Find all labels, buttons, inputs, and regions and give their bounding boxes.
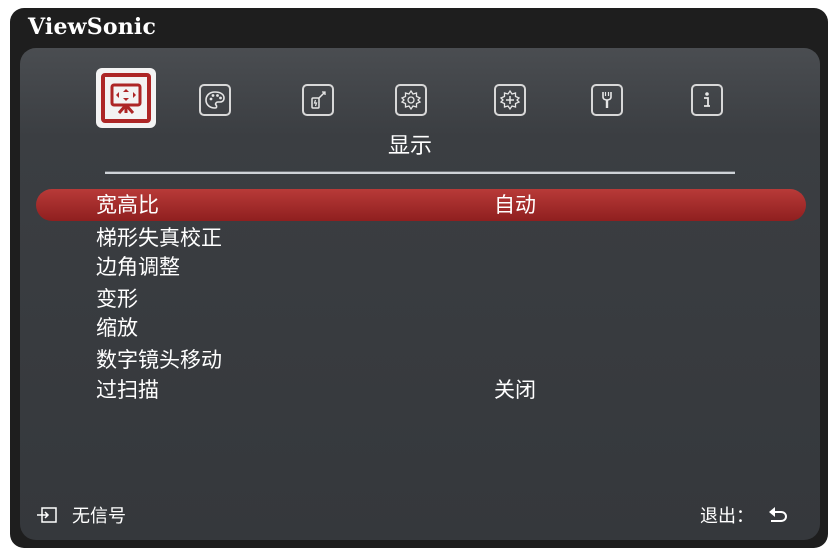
menu-item-zoom[interactable]: 缩放 bbox=[96, 314, 138, 342]
source-status-text: 无信号 bbox=[72, 506, 126, 527]
palette-icon bbox=[205, 91, 225, 109]
tab-basic[interactable] bbox=[395, 84, 427, 116]
menu-item-corner-adjust[interactable]: 边角调整 bbox=[96, 253, 180, 281]
menu-item-digital-lens-shift[interactable]: 数字镜头移动 bbox=[96, 346, 222, 374]
tab-advanced[interactable] bbox=[494, 84, 526, 116]
return-arrow-icon bbox=[769, 507, 788, 522]
menu-item-overscan[interactable]: 过扫描 bbox=[96, 376, 159, 404]
overscan-value: 关闭 bbox=[494, 378, 536, 402]
page-title: 显示 bbox=[388, 134, 433, 159]
exit-hint[interactable]: 退出： bbox=[700, 502, 788, 528]
brand-logo: ViewSonic bbox=[28, 14, 157, 40]
input-source-icon bbox=[37, 507, 57, 523]
tab-picture[interactable] bbox=[199, 84, 231, 116]
tab-display[interactable] bbox=[96, 68, 156, 128]
menu-item-aspect-ratio[interactable]: 宽高比 bbox=[96, 191, 159, 219]
title-divider bbox=[105, 171, 735, 174]
menu-item-warp[interactable]: 变形 bbox=[96, 285, 138, 313]
tab-bar bbox=[96, 68, 746, 134]
tab-power[interactable] bbox=[302, 84, 334, 116]
display-icon bbox=[110, 83, 142, 114]
menu-item-keystone[interactable]: 梯形失真校正 bbox=[96, 224, 222, 252]
advanced-gear-icon bbox=[499, 89, 521, 111]
aspect-ratio-value: 自动 bbox=[494, 193, 536, 217]
gear-icon bbox=[400, 89, 422, 111]
wrench-icon bbox=[602, 92, 612, 108]
exit-label: 退出： bbox=[700, 506, 754, 527]
tab-information[interactable] bbox=[691, 84, 723, 116]
tab-system[interactable] bbox=[591, 84, 623, 116]
power-icon bbox=[311, 91, 326, 109]
info-icon bbox=[704, 92, 710, 107]
source-status: 无信号 bbox=[36, 502, 126, 528]
